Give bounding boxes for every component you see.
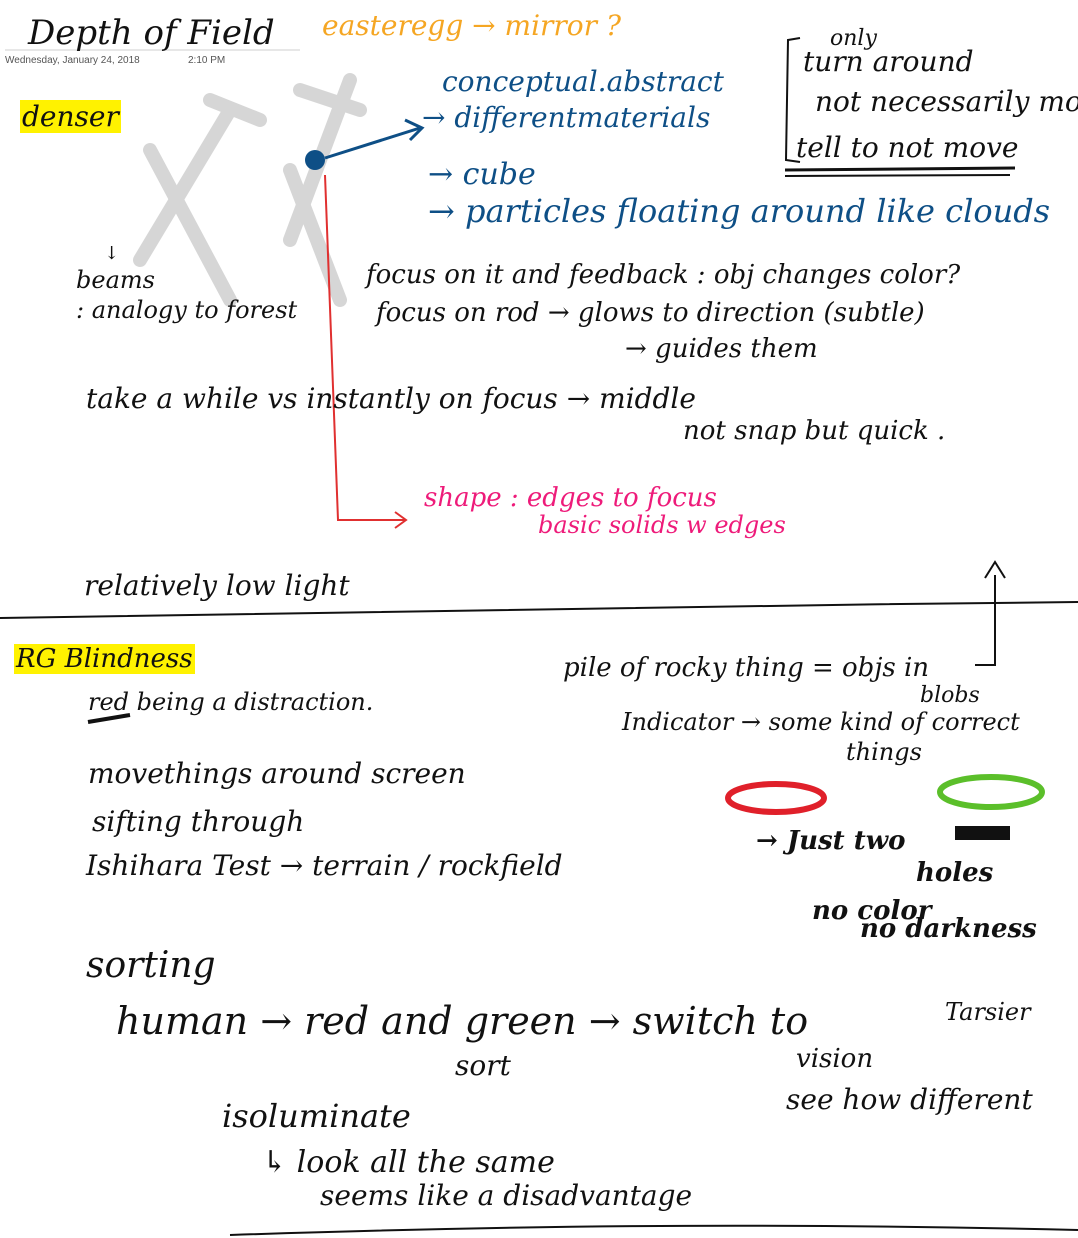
denser-text: denser	[20, 100, 121, 133]
bottom-line	[229, 1224, 1078, 1236]
beams-mark: ↓	[104, 243, 120, 264]
beams-note: beams	[76, 266, 155, 294]
sifting-note: sifting through	[92, 805, 305, 838]
just-two-note: → Just two	[756, 826, 906, 856]
rg-blindness-text: RG Blindness	[14, 644, 195, 674]
notebook-page: Depth of Field Wednesday, January 24, 20…	[0, 0, 1078, 1238]
shape-edges-note: shape : edges to focus	[424, 483, 717, 513]
section-divider	[0, 601, 1078, 619]
not-snap-note: not snap but quick .	[683, 416, 946, 446]
up-arrow	[975, 575, 996, 666]
denser-note: denser	[20, 100, 121, 133]
page-date: Wednesday, January 24, 2018	[5, 55, 140, 66]
bracket-tell: tell to not move	[796, 131, 1019, 164]
red-oval	[725, 781, 827, 815]
concept-line1: conceptual.abstract	[442, 65, 724, 98]
see-how-note: see how different	[786, 1083, 1033, 1116]
isoluminate-note: isoluminate	[222, 1097, 411, 1135]
red-underline	[87, 713, 131, 724]
holes-note: holes	[916, 858, 994, 888]
bracket-turn: turn around	[803, 45, 974, 78]
blue-dot	[305, 150, 325, 170]
basic-solids-note: basic solids w edges	[538, 511, 786, 539]
particles-note: → particles floating around like clouds	[428, 192, 1051, 230]
things-note: things	[846, 738, 922, 766]
look-same-note: ↳ look all the same	[262, 1145, 555, 1180]
concept-line2: → differentmaterials	[422, 101, 711, 134]
indicator-note: Indicator → some kind of correct	[622, 708, 1020, 736]
ink-drawings	[0, 37, 1078, 1236]
arrow-to-concept	[324, 126, 421, 160]
easter-egg-note: easteregg → mirror ?	[322, 9, 621, 42]
blobs-note: blobs	[920, 683, 980, 708]
low-light-note: relatively low light	[84, 569, 350, 602]
vision-note: vision	[796, 1044, 874, 1074]
bracket-underline	[784, 166, 1016, 172]
human-line: human → red and green → switch to	[116, 999, 809, 1043]
analogy-note: : analogy to forest	[76, 296, 298, 324]
scribble	[955, 826, 1010, 840]
red-distraction-note: red being a distraction.	[88, 688, 374, 716]
pile-note: pile of rocky thing = objs in	[563, 653, 930, 683]
sort-note: sort	[455, 1049, 511, 1082]
rg-blindness-heading: RG Blindness	[14, 644, 195, 674]
green-oval	[937, 774, 1045, 810]
page-time: 2:10 PM	[188, 55, 226, 66]
sorting-heading: sorting	[86, 945, 216, 986]
cube-note: → cube	[428, 157, 536, 192]
focus-rod-note: focus on rod → glows to direction (subtl…	[376, 298, 925, 328]
guides-note: → guides them	[625, 334, 818, 364]
page-title: Depth of Field	[28, 13, 275, 53]
focus-feedback-note: focus on it and feedback : obj changes c…	[366, 260, 961, 290]
take-while-note: take a while vs instantly on focus → mid…	[86, 382, 696, 415]
red-connector	[324, 174, 405, 521]
bracket-not-move: not necessarily move	[815, 85, 1078, 118]
gray-x-marks	[133, 73, 367, 307]
no-darkness-note: no darkness	[860, 914, 1037, 944]
disadvantage-note: seems like a disadvantage	[320, 1179, 693, 1212]
move-things-note: movethings around screen	[88, 757, 466, 790]
tarsier-note: Tarsier	[945, 998, 1031, 1026]
ishihara-note: Ishihara Test → terrain / rockfield	[86, 849, 563, 882]
